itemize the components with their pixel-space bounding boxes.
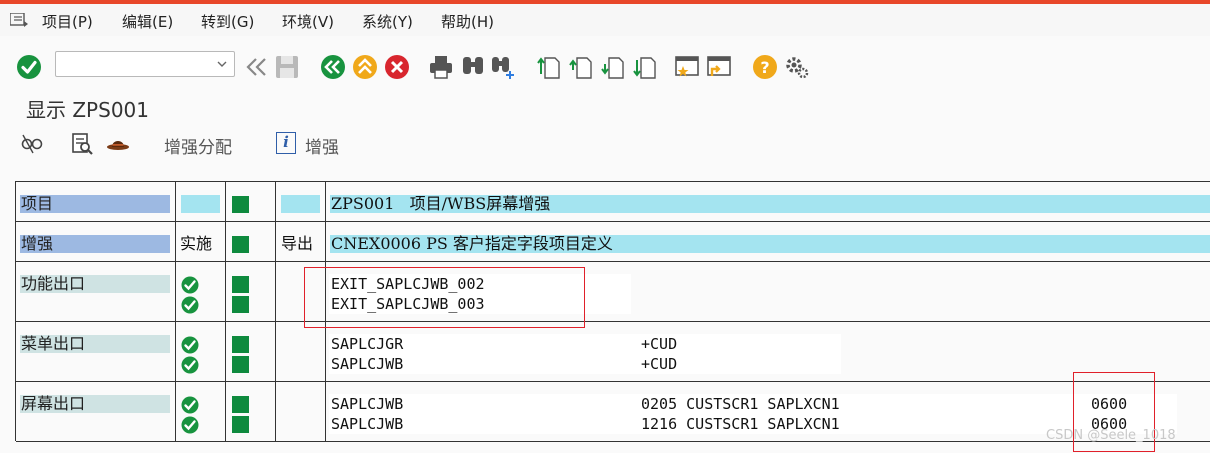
menu-exit-status-icon <box>232 336 249 353</box>
active-check-icon <box>181 396 199 414</box>
hat-icon[interactable] <box>106 132 130 156</box>
menu-item-project[interactable]: 项目(P) <box>42 11 93 32</box>
screen-exit-status-icon <box>232 416 249 433</box>
menu-exit-code[interactable]: +CUD <box>641 354 677 374</box>
double-chevron-left-icon[interactable] <box>244 54 270 80</box>
menu-exit-program[interactable]: SAPLCJGR <box>331 334 403 354</box>
svg-text:?: ? <box>760 58 769 77</box>
menu-item-goto[interactable]: 转到(G) <box>201 11 254 32</box>
enhancement-overview-grid: 项目 ZPS001 项目/WBS屏幕增强 增强 实施 导出 CNEX0006 P… <box>15 181 1210 442</box>
active-check-icon <box>181 296 199 314</box>
grid-divider <box>16 261 1210 262</box>
cancel-icon[interactable] <box>384 54 410 80</box>
page-title: 显示 ZPS001 <box>26 98 149 122</box>
active-check-icon <box>181 416 199 434</box>
application-toolbar: 增强分配 i 增强 <box>0 128 1210 162</box>
enter-check-icon[interactable] <box>16 54 42 80</box>
previous-page-icon[interactable] <box>568 54 594 80</box>
info-icon[interactable]: i <box>276 132 296 154</box>
help-icon[interactable]: ? <box>752 54 778 80</box>
project-label: 项目 <box>20 195 170 213</box>
menu-bar: 项目(P) 编辑(E) 转到(G) 环境(V) 系统(Y) 帮助(H) <box>0 4 1210 36</box>
standard-toolbar: ? <box>0 44 1210 88</box>
screen-exit-program[interactable]: SAPLCJWB <box>331 394 403 414</box>
project-value[interactable]: ZPS001 项目/WBS屏幕增强 <box>331 195 550 213</box>
screen-exits-label: 屏幕出口 <box>20 395 170 413</box>
save-icon[interactable] <box>274 54 300 80</box>
project-status-icon <box>232 196 249 213</box>
command-input[interactable] <box>56 52 206 76</box>
enhancement-button[interactable]: 增强 <box>305 133 339 158</box>
function-exit-status-icon <box>232 276 249 293</box>
active-check-icon <box>181 356 199 374</box>
menu-exit-code[interactable]: +CUD <box>641 334 677 354</box>
menu-item-environment[interactable]: 环境(V) <box>282 11 334 32</box>
chevron-down-icon[interactable] <box>216 58 228 70</box>
grid-divider <box>16 321 1210 322</box>
function-exit-status-icon <box>232 296 249 313</box>
active-check-icon <box>181 276 199 294</box>
menu-exits-label: 菜单出口 <box>20 335 170 353</box>
project-impl-cell <box>181 195 220 213</box>
create-session-icon[interactable] <box>674 54 700 80</box>
screen-exit-status-icon <box>232 396 249 413</box>
menu-exit-status-icon <box>232 356 249 373</box>
exit-icon[interactable] <box>352 54 378 80</box>
grid-divider <box>16 381 1210 382</box>
enhancement-status-icon <box>232 236 249 253</box>
find-next-icon[interactable] <box>490 54 516 80</box>
grid-divider <box>16 441 1210 442</box>
screen-exit-program[interactable]: SAPLCJWB <box>331 414 403 434</box>
function-exits-label: 功能出口 <box>20 275 170 293</box>
menu-toggle-icon[interactable] <box>10 13 28 27</box>
next-page-icon[interactable] <box>600 54 626 80</box>
menu-item-edit[interactable]: 编辑(E) <box>122 11 173 32</box>
enhancement-label: 增强 <box>20 235 170 253</box>
customize-layout-icon[interactable] <box>784 54 810 80</box>
screen-exit-detail[interactable]: 0205 CUSTSCR1 SAPLXCN1 <box>641 394 840 414</box>
enhancement-assignment-button[interactable]: 增强分配 <box>164 133 232 158</box>
enhancement-impl-label: 实施 <box>180 234 213 253</box>
menu-exit-cell <box>329 334 841 374</box>
enhancement-export-label: 导出 <box>281 234 314 253</box>
display-change-glasses-icon[interactable] <box>20 132 44 156</box>
grid-divider <box>16 221 1210 222</box>
menu-exit-program[interactable]: SAPLCJWB <box>331 354 403 374</box>
active-check-icon <box>181 336 199 354</box>
first-page-icon[interactable] <box>536 54 562 80</box>
enhancement-value[interactable]: CNEX0006 PS 客户指定字段项目定义 <box>331 235 613 253</box>
command-field[interactable] <box>55 51 235 77</box>
project-export-cell <box>281 195 320 213</box>
watermark: CSDN @Seele_1018 <box>1046 428 1176 443</box>
print-icon[interactable] <box>428 54 454 80</box>
highlight-box-function-exits <box>304 267 585 328</box>
back-icon[interactable] <box>320 54 346 80</box>
last-page-icon[interactable] <box>632 54 658 80</box>
menu-item-system[interactable]: 系统(Y) <box>362 11 413 32</box>
shortcut-icon[interactable] <box>706 54 732 80</box>
menu-item-help[interactable]: 帮助(H) <box>441 11 494 32</box>
screen-exit-detail[interactable]: 1216 CUSTSCR1 SAPLXCN1 <box>641 414 840 434</box>
where-used-list-icon[interactable] <box>70 132 94 156</box>
find-icon[interactable] <box>460 54 486 80</box>
